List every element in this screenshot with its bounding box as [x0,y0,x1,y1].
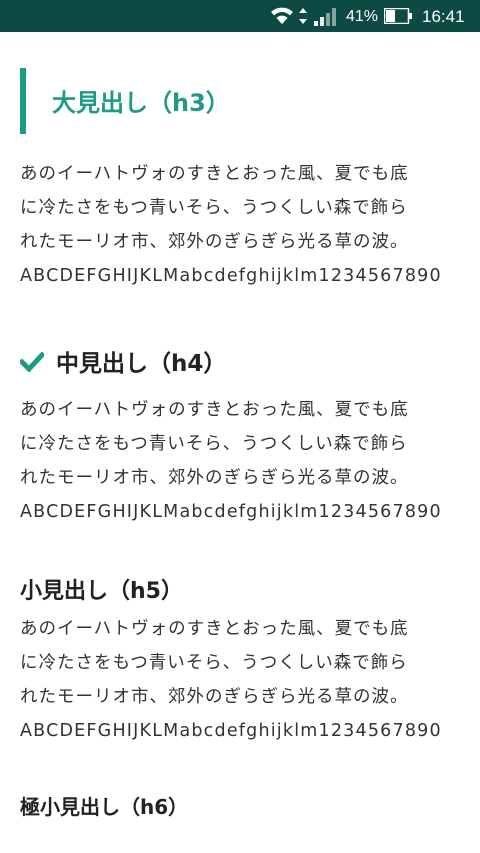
heading-h6: 極小見出し（h6） [20,795,189,819]
heading-h3-block: 大見出し（h3） [20,68,460,134]
heading-h3: 大見出し（h3） [52,89,230,117]
sample-line: あのイーハトヴォのすきとおった風、夏でも底 [20,619,409,639]
sample-alphanumeric: ABCDEFGHIJKLMabcdefghijklm1234567890 [20,502,442,522]
heading-h4-label: 中見出し（h4） [56,351,227,377]
sample-line: あのイーハトヴォのすきとおった風、夏でも底 [20,400,409,420]
sample-line: に冷たさをもつ青いそら、うつくしい森で飾ら [20,653,408,673]
sample-line: あのイーハトヴォのすきとおった風、夏でも底 [20,164,409,184]
sample-alphanumeric: ABCDEFGHIJKLMabcdefghijklm1234567890 [20,266,442,286]
check-icon [18,350,46,378]
sample-line: に冷たさをもつ青いそら、うつくしい森で飾ら [20,434,408,454]
article-content: 大見出し（h3） あのイーハトヴォのすきとおった風、夏でも底 に冷たさをもつ青い… [0,32,480,853]
sample-line: れたモーリオ市、郊外のぎらぎら光る草の波。 [20,687,409,707]
heading-h4: 中見出し（h4） [18,344,227,378]
signal-icon [314,8,338,31]
sample-line: れたモーリオ市、郊外のぎらぎら光る草の波。 [20,232,409,252]
wifi-icon [270,7,294,30]
sample-paragraph: あのイーハトヴォのすきとおった風、夏でも底 に冷たさをもつ青いそら、うつくしい森… [20,157,480,293]
battery-percent: 41% [346,8,379,25]
sample-line: に冷たさをもつ青いそら、うつくしい森で飾ら [20,198,408,218]
sample-alphanumeric: ABCDEFGHIJKLMabcdefghijklm1234567890 [20,721,442,741]
battery-icon [383,7,412,29]
clock: 16:41 [422,7,465,26]
sample-paragraph: あのイーハトヴォのすきとおった風、夏でも底 に冷たさをもつ青いそら、うつくしい森… [20,612,480,748]
sample-line: れたモーリオ市、郊外のぎらぎら光る草の波。 [20,468,409,488]
status-bar: 41% 16:41 [0,0,480,32]
heading-h5: 小見出し（h5） [20,579,183,604]
data-arrows-icon [298,8,308,26]
sample-paragraph: あのイーハトヴォのすきとおった風、夏でも底 に冷たさをもつ青いそら、うつくしい森… [20,393,480,529]
